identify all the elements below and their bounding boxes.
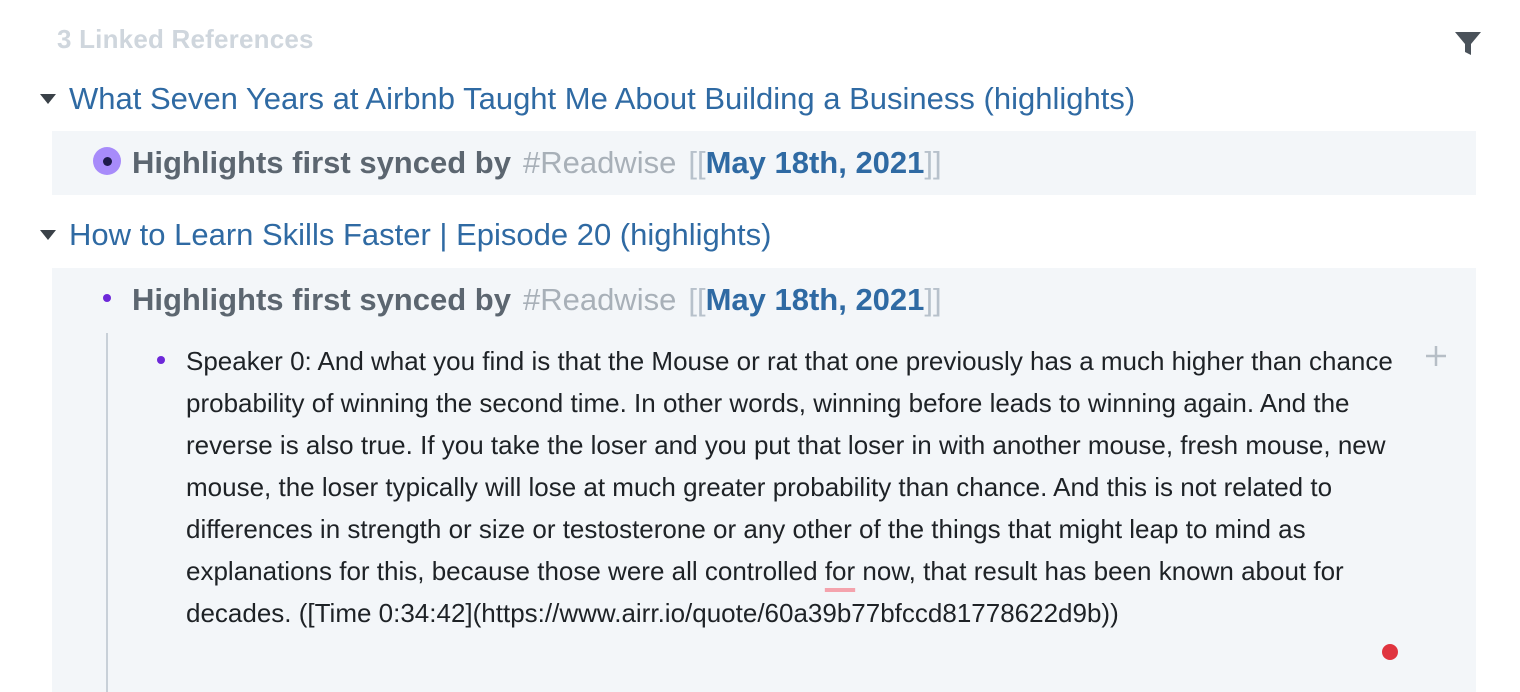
child-text-before: Speaker 0: And what you find is that the… <box>186 346 1393 586</box>
open-brackets: [[ <box>688 145 706 180</box>
readwise-tag[interactable]: #Readwise <box>523 282 676 318</box>
child-thread-line <box>106 333 108 692</box>
caret-down-icon[interactable] <box>40 229 56 241</box>
linked-references-header[interactable]: 3 Linked References <box>57 24 314 55</box>
child-block-text[interactable]: Speaker 0: And what you find is that the… <box>186 340 1421 634</box>
reference-group-1-title-row: What Seven Years at Airbnb Taught Me Abo… <box>40 81 1135 117</box>
reference-group-2-title-row: How to Learn Skills Faster | Episode 20 … <box>40 217 771 253</box>
block-bullet-icon[interactable] <box>93 147 121 175</box>
close-brackets: ]] <box>924 282 942 317</box>
block-bullet-icon[interactable] <box>103 294 111 302</box>
caret-down-icon[interactable] <box>40 93 56 105</box>
linked-references-panel: 3 Linked References What Seven Years at … <box>0 0 1520 692</box>
status-dot-icon <box>1382 644 1398 660</box>
date-page-link[interactable]: May 18th, 2021 <box>706 282 925 318</box>
child-block-bullet-icon[interactable] <box>157 356 165 364</box>
block-text: Highlights first synced by <box>132 145 511 180</box>
plus-icon[interactable] <box>1424 344 1448 368</box>
date-page-link[interactable]: May 18th, 2021 <box>706 145 925 181</box>
filter-icon[interactable] <box>1452 30 1484 58</box>
close-brackets: ]] <box>924 145 942 180</box>
block-text: Highlights first synced by <box>132 282 511 317</box>
reference-page-title[interactable]: How to Learn Skills Faster | Episode 20 … <box>69 217 771 253</box>
reference-block[interactable]: Highlights first synced by #Readwise [[ … <box>132 141 942 185</box>
reference-page-title[interactable]: What Seven Years at Airbnb Taught Me Abo… <box>69 81 1135 117</box>
reference-block[interactable]: Highlights first synced by #Readwise [[ … <box>132 278 942 322</box>
open-brackets: [[ <box>688 282 706 317</box>
readwise-tag[interactable]: #Readwise <box>523 145 676 181</box>
misspelled-word[interactable]: for <box>825 556 855 586</box>
